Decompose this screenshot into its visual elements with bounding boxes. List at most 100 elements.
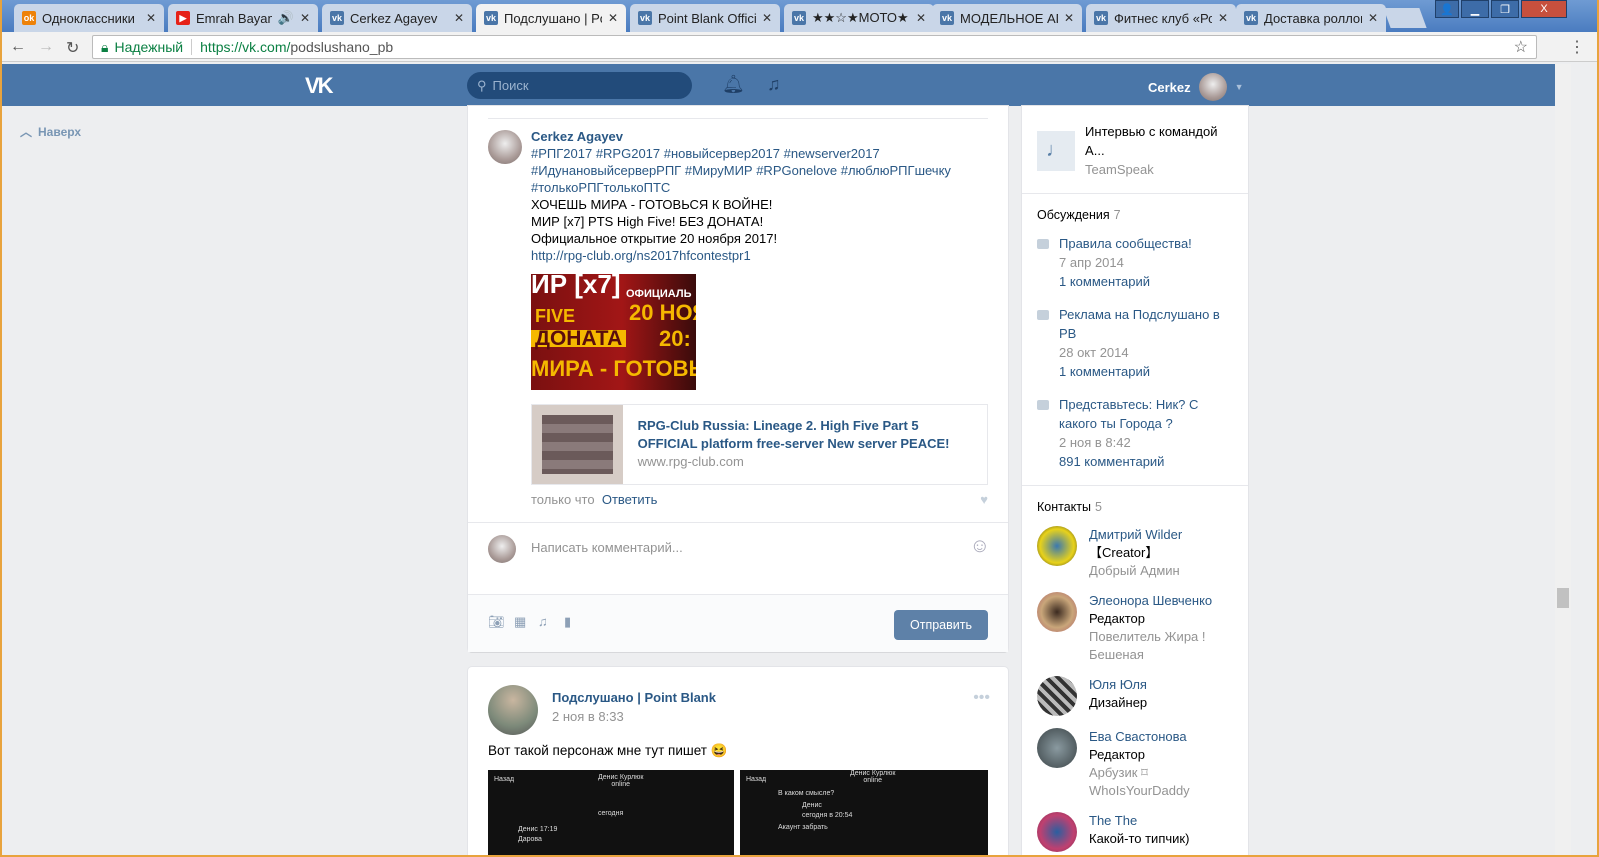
- contact-item[interactable]: Юля Юля Дизайнер: [1037, 676, 1233, 716]
- scroll-up-button[interactable]: ︿ Наверх: [20, 123, 81, 140]
- close-tab-icon[interactable]: ✕: [1368, 11, 1378, 25]
- comment-text: МИР [x7] PTS High Five! БЕЗ ДОНАТА!: [531, 214, 764, 229]
- tab-odnoklassniki[interactable]: ok Одноклассники ✕: [14, 4, 164, 32]
- discussion-item[interactable]: Представьтесь: Ник? С какого ты Города ?…: [1037, 395, 1233, 471]
- tab-cerkez[interactable]: vk Cerkez Agayev ✕: [322, 4, 472, 32]
- tab-podslushano[interactable]: vk Подслушано | Po ✕: [476, 4, 626, 32]
- hashtags[interactable]: #толькоРПГтолькоПТС: [531, 179, 988, 196]
- link-snippet[interactable]: RPG-Club Russia: Lineage 2. High Five Pa…: [531, 404, 988, 485]
- contact-item[interactable]: Ева Свастонова Редактор Арбузик ⌑ WhoIsYou…: [1037, 728, 1233, 800]
- contact-name[interactable]: Юля Юля: [1089, 676, 1147, 694]
- discussion-title[interactable]: Правила сообщества!: [1059, 234, 1192, 253]
- send-button[interactable]: Отправить: [894, 610, 988, 640]
- close-tab-icon[interactable]: ✕: [1218, 11, 1228, 25]
- post-photo[interactable]: Назад Денис Курлюк online сегодня Денис 1…: [488, 770, 734, 855]
- search-input[interactable]: ⚲ Поиск: [467, 72, 692, 99]
- close-tab-icon[interactable]: ✕: [146, 11, 156, 25]
- browser-window: ok Одноклассники ✕ ▶ Emrah Bayam 🔊 ✕ vk Cerkez…: [2, 0, 1597, 855]
- browser-menu-icon[interactable]: ⋮: [1569, 37, 1585, 57]
- discussion-title[interactable]: Реклама на Подслушано в РВ: [1059, 305, 1233, 343]
- post-author[interactable]: Подслушано | Point Blank: [552, 690, 716, 705]
- bookmark-star-icon[interactable]: ☆: [1514, 37, 1528, 57]
- profile-icon[interactable]: 👤: [1435, 0, 1459, 18]
- right-sidebar: ♩ Интервью с командой А... TeamSpeak Обсу…: [1022, 106, 1248, 855]
- close-tab-icon[interactable]: ✕: [454, 11, 464, 25]
- comment-input[interactable]: Написать комментарий...: [531, 540, 683, 555]
- vk-logo[interactable]: VK: [305, 73, 334, 99]
- camera-icon[interactable]: 📷︎: [488, 614, 505, 630]
- contact-name[interactable]: Дмитрий Wilder: [1089, 526, 1182, 544]
- discussion-comments[interactable]: 1 комментарий: [1059, 362, 1233, 381]
- section-title[interactable]: Обсуждения: [1037, 208, 1110, 222]
- contact-item[interactable]: Элеонора Шевченко Редактор Повелитель Жира…: [1037, 592, 1233, 664]
- comment-avatar[interactable]: [488, 130, 522, 164]
- audio-item[interactable]: ♩ Интервью с командой А... TeamSpeak: [1037, 122, 1233, 179]
- contact-name[interactable]: Ева Свастонова: [1089, 728, 1219, 746]
- discussion-comments[interactable]: 1 комментарий: [1059, 272, 1192, 291]
- banner-image[interactable]: ИР [x7] FIVE ДОНАТА МИРА - ГОТОВЬС ОФИЦИ…: [531, 274, 696, 390]
- photo-text: В каком смысле?: [778, 790, 835, 797]
- url-input[interactable]: 🔒︎ Надежный https://vk.com/podslushano_p…: [92, 35, 1537, 59]
- contact-avatar[interactable]: [1037, 812, 1077, 852]
- new-tab-button[interactable]: [1383, 8, 1427, 28]
- contact-item[interactable]: The The Какой-то типчик): [1037, 812, 1233, 852]
- like-icon[interactable]: ♥: [980, 491, 988, 508]
- snippet-title[interactable]: RPG-Club Russia: Lineage 2. High Five Pa…: [638, 417, 972, 453]
- forward-icon[interactable]: →: [38, 38, 54, 56]
- tab-label: Emrah Bayam: [196, 10, 272, 26]
- comment-link[interactable]: http://rpg-club.org/ns2017hfcontestpr1: [531, 247, 988, 264]
- tab-youtube[interactable]: ▶ Emrah Bayam 🔊 ✕: [168, 4, 318, 32]
- comment-input-area: Написать комментарий... ☺: [468, 522, 1008, 594]
- back-icon[interactable]: ←: [10, 38, 26, 56]
- discussion-item[interactable]: Реклама на Подслушано в РВ 28 окт 2014 1 к…: [1037, 305, 1233, 381]
- discussion-title[interactable]: Представьтесь: Ник? С какого ты Города ?: [1059, 395, 1233, 433]
- post-text: Вот такой персонаж мне тут пишет 😆: [488, 743, 728, 758]
- contact-avatar[interactable]: [1037, 728, 1077, 768]
- post-date[interactable]: 2 ноя в 8:33: [552, 709, 624, 724]
- contact-item[interactable]: Дмитрий Wilder 【Creator】 Добрый Админ: [1037, 526, 1233, 580]
- maximize-button[interactable]: ❐: [1491, 0, 1519, 18]
- community-avatar[interactable]: [488, 685, 538, 735]
- contact-avatar[interactable]: [1037, 676, 1077, 716]
- music-note-icon[interactable]: ♩: [1037, 130, 1076, 171]
- close-tab-icon[interactable]: ✕: [608, 11, 618, 25]
- tab-model-agency[interactable]: vk МОДЕЛЬНОЕ АГЕ ✕: [932, 4, 1082, 32]
- smile-icon[interactable]: ☺: [970, 535, 990, 558]
- hashtags[interactable]: #РПГ2017 #RPG2017 #новыйсервер2017 #news…: [531, 145, 988, 162]
- scrollbar-thumb[interactable]: [1557, 588, 1569, 608]
- contact-name[interactable]: The The: [1089, 812, 1189, 830]
- discussion-item[interactable]: Правила сообщества! 7 апр 2014 1 комментар…: [1037, 234, 1233, 291]
- scrollbar[interactable]: [1555, 64, 1571, 855]
- contact-avatar[interactable]: [1037, 592, 1077, 632]
- bell-icon[interactable]: 🔔︎: [722, 74, 745, 95]
- vk-icon: vk: [1094, 11, 1108, 25]
- comment-bubble-icon: [1037, 400, 1049, 410]
- minimize-button[interactable]: ▁: [1461, 0, 1489, 18]
- video-icon[interactable]: ▦: [514, 614, 526, 630]
- music-icon[interactable]: ♫: [767, 74, 781, 95]
- reload-icon[interactable]: ↻: [66, 38, 79, 58]
- contact-name[interactable]: Элеонора Шевченко: [1089, 592, 1233, 610]
- section-title[interactable]: Контакты: [1037, 500, 1091, 514]
- user-menu[interactable]: Cerkez ▼: [1148, 73, 1244, 101]
- comment-author[interactable]: Cerkez Agayev: [531, 128, 988, 145]
- contact-avatar[interactable]: [1037, 526, 1077, 566]
- document-icon[interactable]: ▮: [564, 614, 571, 630]
- close-tab-icon[interactable]: ✕: [916, 11, 926, 25]
- tab-moto[interactable]: vk ★★☆★МОТО★ ✕: [784, 4, 934, 32]
- post-photo[interactable]: Назад Денис Курлюк online В каком смысле?…: [740, 770, 988, 855]
- audio-icon[interactable]: 🔊: [278, 10, 294, 26]
- tab-point-blank[interactable]: vk Point Blank Offici ✕: [630, 4, 780, 32]
- close-window-button[interactable]: X: [1521, 0, 1567, 18]
- more-icon[interactable]: •••: [973, 689, 990, 707]
- close-tab-icon[interactable]: ✕: [300, 11, 310, 25]
- contact-desc: Арбузик ⌑ WhoIsYourDaddy: [1089, 765, 1190, 798]
- close-tab-icon[interactable]: ✕: [1064, 11, 1074, 25]
- tab-fitness[interactable]: vk Фитнес клуб «Ро ✕: [1086, 4, 1236, 32]
- reply-link[interactable]: Ответить: [602, 492, 658, 507]
- audio-icon[interactable]: ♫: [538, 614, 548, 629]
- discussion-comments[interactable]: 891 комментарий: [1059, 452, 1233, 471]
- tab-rolls[interactable]: vk Доставка роллов ✕: [1236, 4, 1386, 32]
- close-tab-icon[interactable]: ✕: [762, 11, 772, 25]
- hashtags[interactable]: #ИдунановыйсерверРПГ #МируМИР #RPGonelov…: [531, 162, 988, 179]
